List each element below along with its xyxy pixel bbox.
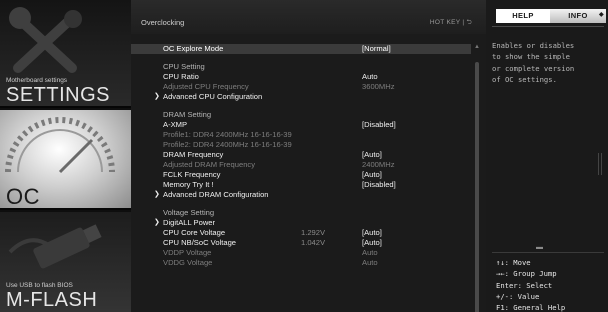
pin-icon: ◆ (598, 12, 604, 18)
setting-label: CPU Ratio (163, 72, 199, 81)
help-line: Enables or disables (492, 41, 575, 50)
setting-row[interactable]: ❯ Advanced DRAM Configuration (131, 190, 471, 200)
setting-label: CPU Setting (163, 62, 205, 71)
overclocking-panel: Overclocking HOT KEY | ⮌ OC Explore Mode… (131, 0, 486, 312)
oc-title: OC (6, 184, 40, 209)
submenu-arrow-icon: ❯ (154, 191, 160, 198)
help-line: or complete version (492, 63, 575, 73)
submenu-arrow-icon: ❯ (154, 93, 160, 100)
setting-value[interactable]: Auto (362, 72, 378, 82)
setting-label: Advanced DRAM Configuration (163, 190, 269, 199)
setting-label: Voltage Setting (163, 208, 215, 217)
setting-row: Adjusted DRAM Frequency 2400MHz (131, 160, 471, 170)
nav-settings[interactable]: Motherboard settings SETTINGS (0, 0, 131, 108)
key-hint: Enter: Select (496, 280, 553, 290)
nav-mflash[interactable]: Use USB to flash BIOS M-FLASH (0, 212, 131, 312)
help-line: of OC settings. (492, 74, 557, 84)
setting-label: Profile1: DDR4 2400MHz 16-16-16-39 (163, 130, 292, 139)
setting-label: OC Explore Mode (163, 44, 224, 53)
mflash-caption: Use USB to flash BIOS (6, 282, 73, 289)
key-hint: F1: General Help (496, 303, 566, 312)
scrollbar-thumb[interactable] (475, 62, 479, 312)
setting-row[interactable]: A-XMP [Disabled] (131, 120, 471, 130)
setting-row[interactable]: ❯ DigitALL Power (131, 218, 471, 228)
setting-label: A-XMP (163, 120, 188, 129)
setting-value[interactable]: [Disabled] (362, 120, 396, 130)
setting-value: Auto (362, 258, 378, 267)
setting-reading: 1.042V (301, 238, 326, 247)
help-tabs: HELP INFO ◆ (486, 9, 608, 23)
resize-grip-icon[interactable] (598, 153, 602, 175)
setting-row: VDDP Voltage Auto (131, 248, 471, 258)
setting-label: CPU Core Voltage (163, 228, 226, 237)
key-hint: +/-: Value (496, 291, 540, 301)
setting-row: Profile1: DDR4 2400MHz 16-16-16-39 (131, 130, 471, 140)
setting-row[interactable]: CPU NB/SoC Voltage 1.042V [Auto] (131, 238, 471, 248)
help-panel: HELP INFO ◆ Enables or disables to show t… (486, 0, 608, 312)
setting-value: 3600MHz (362, 82, 395, 91)
setting-label: DRAM Setting (163, 110, 212, 119)
nav-oc[interactable]: OC (0, 110, 131, 210)
submenu-arrow-icon: ❯ (154, 219, 160, 226)
setting-value: Auto (362, 248, 378, 257)
setting-row[interactable]: ❯ Advanced CPU Configuration (131, 92, 471, 102)
tab-info[interactable]: INFO ◆ (550, 9, 606, 23)
section-header: DRAM Setting (131, 110, 471, 120)
section-header: Voltage Setting (131, 208, 471, 218)
section-header: CPU Setting (131, 62, 471, 72)
setting-row[interactable]: Memory Try It ! [Disabled] (131, 180, 471, 190)
setting-row[interactable]: CPU Core Voltage 1.292V [Auto] (131, 228, 471, 238)
setting-label: Memory Try It ! (163, 180, 214, 189)
setting-row: Adjusted CPU Frequency 3600MHz (131, 82, 471, 92)
setting-row: Profile2: DDR4 2400MHz 16-16-16-39 (131, 140, 471, 150)
setting-value[interactable]: [Auto] (362, 238, 382, 248)
setting-value[interactable]: [Disabled] (362, 180, 396, 190)
tab-info-label: INFO (568, 11, 588, 20)
tab-help[interactable]: HELP (496, 9, 550, 23)
help-scroll-indicator-icon: ▬ (536, 244, 543, 251)
setting-value[interactable]: [Auto] (362, 170, 382, 180)
key-legend: ↑↓: Move →←: Group Jump Enter: Select +/-: … (496, 257, 565, 312)
setting-value[interactable]: [Auto] (362, 228, 382, 238)
setting-row[interactable]: FCLK Frequency [Auto] (131, 170, 471, 180)
hotkey-button[interactable]: HOT KEY | ⮌ (430, 18, 472, 29)
setting-label: Adjusted CPU Frequency (163, 82, 249, 91)
setting-reading: 1.292V (301, 228, 326, 237)
left-navigation: Motherboard settings SETTINGS OC Use USB… (0, 0, 131, 312)
key-hint: →←: Group Jump (496, 269, 557, 279)
setting-label: Advanced CPU Configuration (163, 92, 263, 101)
setting-row[interactable]: OC Explore Mode [Normal] (131, 44, 471, 54)
setting-label: Profile2: DDR4 2400MHz 16-16-16-39 (163, 140, 292, 149)
setting-value[interactable]: [Auto] (362, 150, 382, 160)
help-description: Enables or disables to show the simple or … (492, 40, 600, 85)
setting-label: DRAM Frequency (163, 150, 224, 159)
divider (492, 252, 604, 253)
help-line: to show the simple (492, 52, 570, 62)
panel-header: Overclocking HOT KEY | ⮌ (131, 0, 486, 34)
setting-label: Adjusted DRAM Frequency (163, 160, 256, 169)
setting-label: CPU NB/SoC Voltage (163, 238, 237, 247)
setting-row[interactable]: CPU Ratio Auto (131, 72, 471, 82)
setting-label: VDDP Voltage (163, 248, 212, 257)
scrollbar[interactable]: ▲ (474, 40, 480, 312)
setting-label: VDDG Voltage (163, 258, 213, 267)
setting-value[interactable]: [Normal] (362, 44, 391, 54)
settings-caption: Motherboard settings (6, 77, 68, 84)
setting-label: FCLK Frequency (163, 170, 221, 179)
panel-title: Overclocking (141, 18, 185, 27)
key-hint: ↑↓: Move (496, 258, 531, 267)
mflash-title: M-FLASH (6, 289, 98, 311)
settings-title: SETTINGS (6, 84, 111, 106)
setting-row: VDDG Voltage Auto (131, 258, 471, 268)
setting-label: DigitALL Power (163, 218, 216, 227)
setting-row[interactable]: DRAM Frequency [Auto] (131, 150, 471, 160)
setting-value: 2400MHz (362, 160, 395, 169)
scroll-up-icon[interactable]: ▲ (474, 44, 480, 50)
